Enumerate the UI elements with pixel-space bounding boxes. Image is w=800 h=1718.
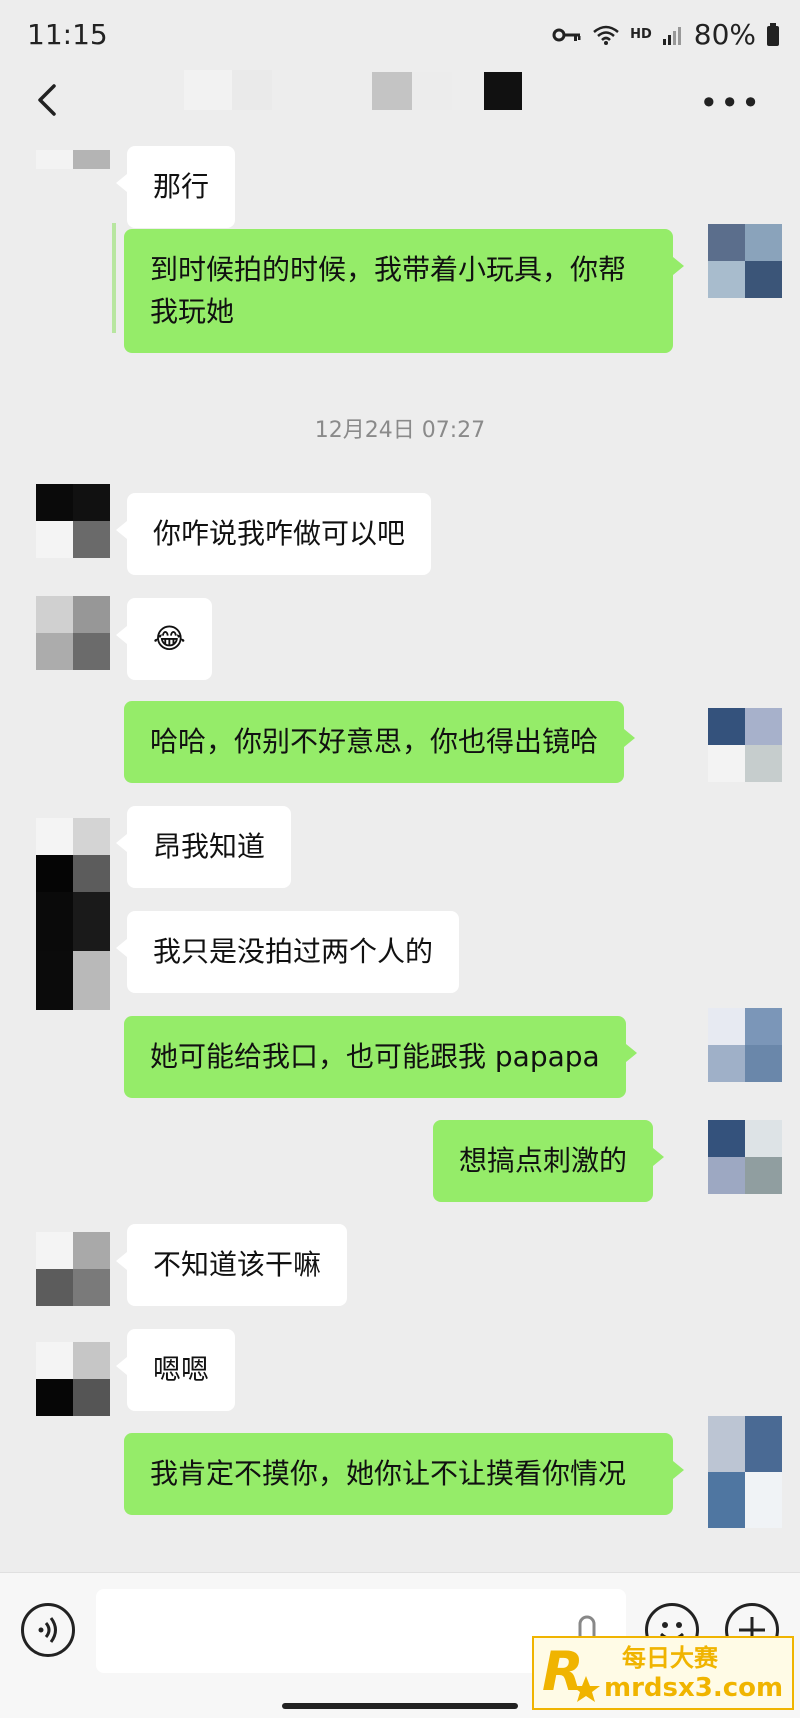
message-bubble[interactable]: 我肯定不摸你，她你让不让摸看你情况	[124, 1433, 684, 1515]
watermark: R 每日大赛 mrdsx3.com	[532, 1636, 794, 1710]
battery-icon	[767, 22, 779, 46]
my-avatar[interactable]	[708, 1120, 782, 1194]
chat-header: •••	[0, 62, 800, 142]
message-bubble[interactable]: 哈哈，你别不好意思，你也得出镜哈	[124, 701, 636, 783]
key-icon	[552, 28, 581, 41]
status-bar: 11:15 HD 80%	[0, 0, 800, 70]
battery-level: 80%	[693, 18, 756, 51]
contact-avatar[interactable]	[36, 1232, 110, 1306]
svg-text:R: R	[542, 1640, 584, 1703]
signal-icon	[662, 26, 681, 45]
home-indicator	[282, 1703, 518, 1709]
my-avatar[interactable]	[708, 1416, 782, 1528]
watermark-url: mrdsx3.com	[604, 1673, 784, 1703]
contact-avatar[interactable]	[36, 818, 110, 892]
message-bubble[interactable]: 想搞点刺激的	[433, 1120, 665, 1202]
contact-avatar[interactable]	[36, 1342, 110, 1416]
my-avatar[interactable]	[708, 708, 782, 782]
status-time: 11:15	[27, 18, 108, 51]
voice-input-button[interactable]	[21, 1603, 75, 1657]
watermark-title: 每日大赛	[622, 1644, 718, 1672]
contact-avatar[interactable]	[36, 484, 110, 558]
message-bubble[interactable]: 那行	[115, 146, 236, 228]
watermark-text: 每日大赛 mrdsx3.com	[604, 1643, 783, 1703]
status-icons: HD 80%	[552, 18, 780, 51]
more-options-icon[interactable]: •••	[699, 84, 762, 122]
my-avatar[interactable]	[708, 224, 782, 298]
message-bubble[interactable]: 昂我知道	[115, 806, 292, 888]
message-bubble[interactable]: 你咋说我咋做可以吧	[115, 493, 432, 575]
contact-avatar[interactable]	[36, 150, 110, 188]
message-bubble[interactable]: 她可能给我口，也可能跟我 papapa	[124, 1016, 637, 1098]
partial-quote-bar	[112, 223, 116, 333]
back-arrow-icon[interactable]	[28, 80, 68, 120]
hd-badge: HD	[630, 27, 652, 42]
message-bubble[interactable]: 到时候拍的时候，我带着小玩具，你帮我玩她	[124, 229, 684, 353]
emoji-message-bubble[interactable]: 😂	[116, 598, 212, 680]
voice-icon	[38, 1617, 57, 1643]
contact-avatar[interactable]	[36, 892, 110, 1010]
watermark-logo-icon: R	[542, 1640, 600, 1703]
message-bubble[interactable]: 不知道该干嘛	[115, 1224, 348, 1306]
contact-avatar[interactable]	[36, 596, 110, 670]
message-bubble[interactable]: 嗯嗯	[115, 1329, 236, 1411]
wifi-icon	[593, 25, 619, 45]
my-avatar[interactable]	[708, 1008, 782, 1082]
message-bubble[interactable]: 我只是没拍过两个人的	[115, 911, 460, 993]
chat-timestamp: 12月24日 07:27	[314, 418, 486, 443]
